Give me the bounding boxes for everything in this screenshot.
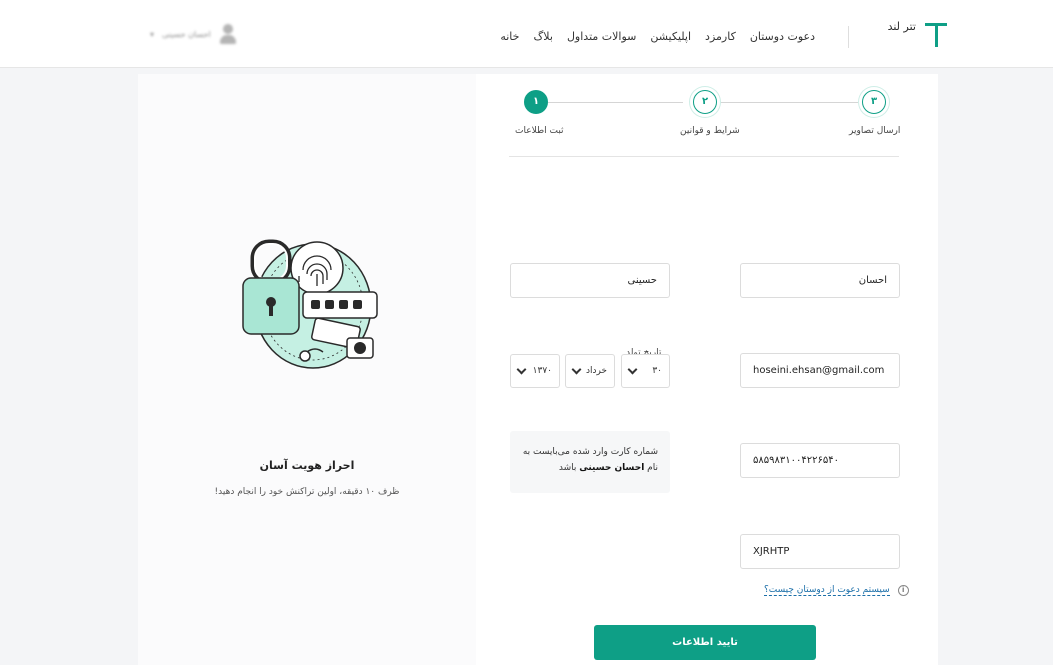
nav-blog[interactable]: بلاگ [533,30,552,43]
email-input[interactable] [740,353,900,388]
side-subtitle: ظرف ۱۰ دقیقه، اولین تراکنش خود را انجام … [214,487,400,497]
user-icon [219,24,237,44]
nav-fees[interactable]: کارمزد [705,30,736,43]
dob-month-value: خرداد [585,366,607,376]
step-2-label: شرایط و قوانین [680,126,740,136]
dob-month-select[interactable]: خرداد [565,354,615,388]
card-notice: شماره کارت وارد شده می‌بایست به نام احسا… [510,431,670,493]
registration-form-panel: ۳ ارسال تصاویر ۲ شرایط و قوانین ۱ ثبت اط… [476,74,938,665]
card-number-input[interactable] [740,443,900,478]
submit-button[interactable]: تایید اطلاعات [594,625,816,660]
chevron-down-icon [571,364,582,374]
dob-year-select[interactable]: ۱۳۷۰ [510,354,560,388]
dob-year-value: ۱۳۷۰ [532,366,552,376]
dob-day-value: ۳۰ [652,366,662,376]
invite-help: i سیستم دعوت از دوستان چیست؟ [764,585,909,596]
step-connector [548,102,683,103]
invite-help-link[interactable]: سیستم دعوت از دوستان چیست؟ [764,585,890,596]
dob-day-select[interactable]: ۳۰ [621,354,670,388]
chevron-down-icon [627,364,638,374]
identity-illustration-panel: احراز هویت آسان ظرف ۱۰ دقیقه، اولین تراک… [138,74,476,665]
top-header: تتر لند خانه بلاگ سوالات متداول اپلیکیشن… [0,0,1053,68]
side-title: احراز هویت آسان [259,459,355,472]
security-illustration [242,239,378,369]
brand-logo-icon[interactable] [925,23,947,47]
step-connector [718,102,858,103]
nav-faq[interactable]: سوالات متداول [567,30,636,43]
nav-home[interactable]: خانه [500,30,519,43]
chevron-down-icon [516,364,527,374]
info-icon: i [897,585,909,596]
last-name-input[interactable] [510,263,670,298]
invite-code-input[interactable] [740,534,900,569]
brand-logo-text[interactable]: تتر لند [880,21,916,33]
main-nav: خانه بلاگ سوالات متداول اپلیکیشن کارمزد … [500,30,815,43]
user-name: احسان حسینی [162,29,211,39]
header-divider [848,26,849,48]
step-1-label: ثبت اطلاعات [515,126,564,136]
step-2-circle[interactable]: ۲ [693,90,717,114]
step-3-circle[interactable]: ۳ [862,90,886,114]
step-1-circle[interactable]: ۱ [524,90,548,114]
first-name-input[interactable] [740,263,900,298]
user-menu[interactable]: ▾ احسان حسینی [150,24,237,44]
card-notice-name: احسان حسینی [579,463,645,473]
card-notice-end: باشد [558,463,577,473]
chevron-down-icon: ▾ [150,29,155,39]
step-3-label: ارسال تصاویر [849,126,901,136]
steps-divider [509,156,899,157]
nav-app[interactable]: اپلیکیشن [650,30,691,43]
nav-invite[interactable]: دعوت دوستان [750,30,815,43]
